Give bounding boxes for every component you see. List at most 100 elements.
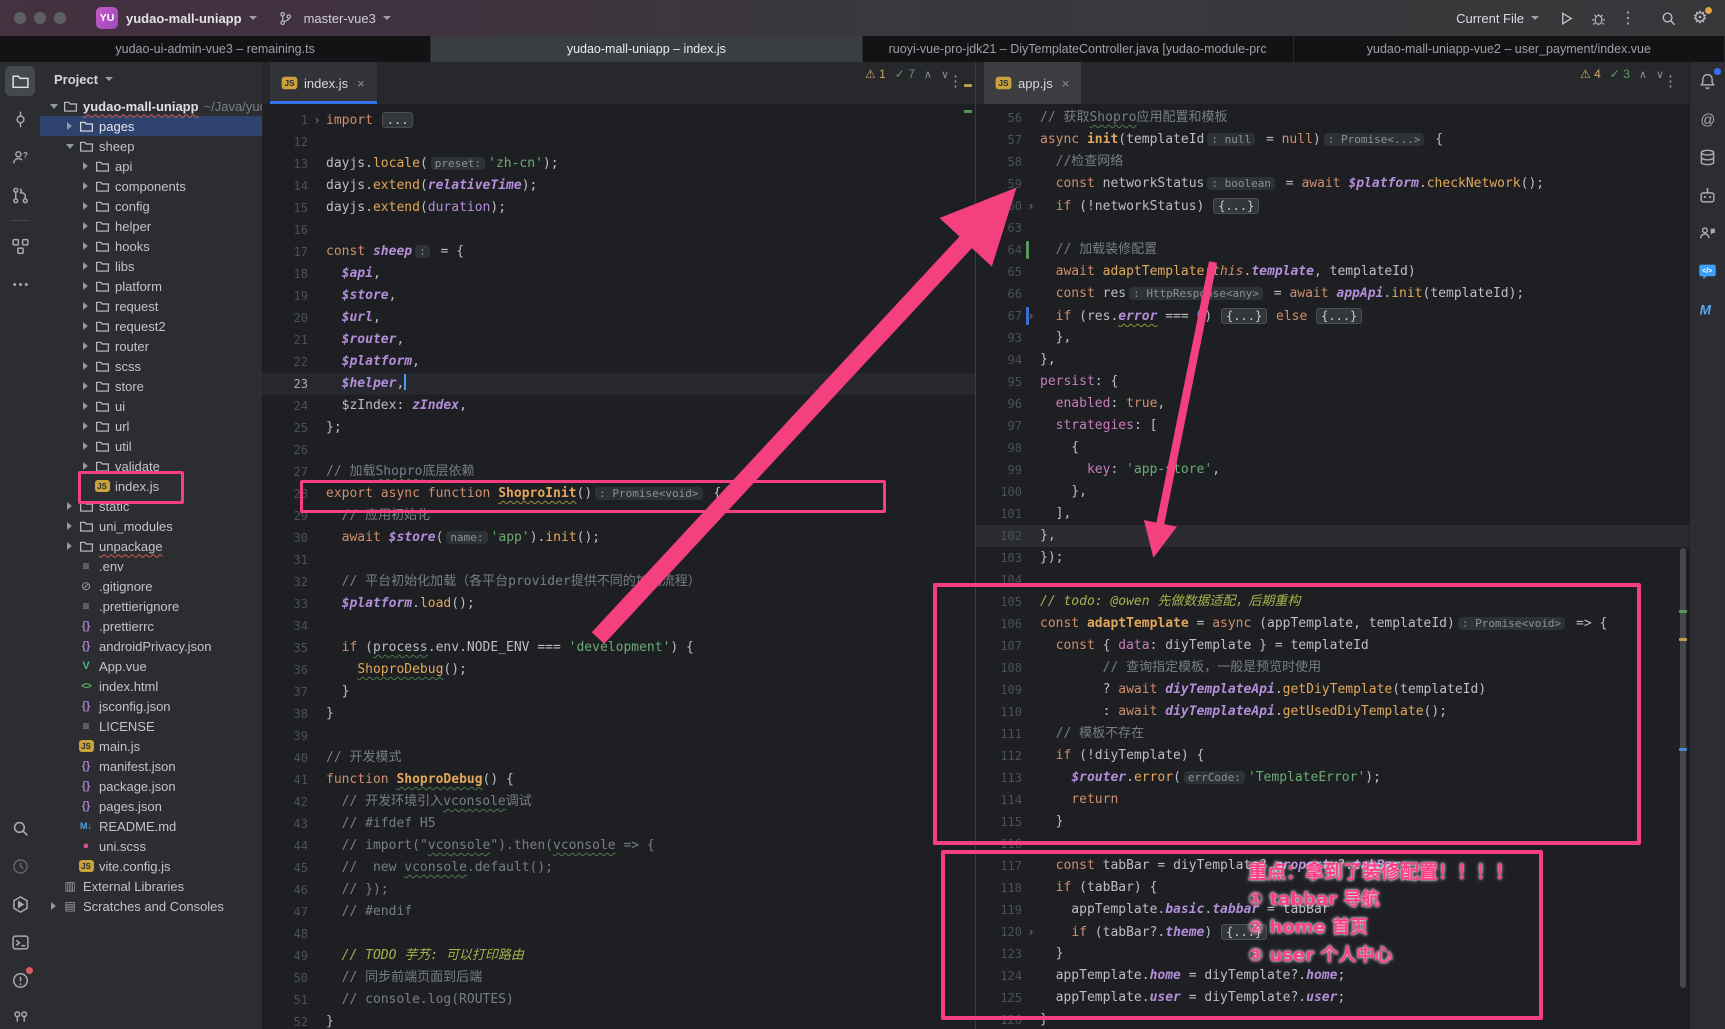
more-tools-button[interactable] bbox=[5, 269, 35, 299]
code-line-96[interactable]: 96 enabled: true, bbox=[976, 393, 1690, 415]
tree-item-router[interactable]: router bbox=[40, 336, 262, 356]
code-line-52[interactable]: 52} bbox=[262, 1011, 975, 1029]
code-line-45[interactable]: 45 // new vconsole.default(); bbox=[262, 857, 975, 879]
scrollbar-left-editor[interactable] bbox=[962, 70, 974, 1023]
code-line-24[interactable]: 24 $zIndex: zIndex, bbox=[262, 395, 975, 417]
tree-item-unpackage[interactable]: unpackage bbox=[40, 536, 262, 556]
code-line-100[interactable]: 100 }, bbox=[976, 481, 1690, 503]
tree-item-README.md[interactable]: M↓README.md bbox=[40, 816, 262, 836]
tree-item-androidPrivacy.json[interactable]: {}androidPrivacy.json bbox=[40, 636, 262, 656]
code-line-31[interactable]: 31 bbox=[262, 549, 975, 571]
chevron-right-icon[interactable] bbox=[78, 422, 93, 430]
code-area-index-js[interactable]: 1›import ...1213dayjs.locale(preset:'zh-… bbox=[262, 104, 975, 1029]
code-line-28[interactable]: 28export async function ShoproInit(): Pr… bbox=[262, 483, 975, 505]
tree-item-pages[interactable]: pages bbox=[40, 116, 262, 136]
terminal-tool-button[interactable] bbox=[5, 927, 35, 957]
code-line-47[interactable]: 47 // #endif bbox=[262, 901, 975, 923]
code-line-102[interactable]: 102}, bbox=[976, 525, 1690, 547]
collaboration-tool-button[interactable]: ? bbox=[5, 142, 35, 172]
code-line-29[interactable]: 29 // 应用初始化 bbox=[262, 505, 975, 527]
tree-item-api[interactable]: api bbox=[40, 156, 262, 176]
code-line-20[interactable]: 20 $url, bbox=[262, 307, 975, 329]
code-area-app-js[interactable]: 56// 获取Shopro应用配置和模板57async init(templat… bbox=[976, 104, 1690, 1029]
tree-item-request[interactable]: request bbox=[40, 296, 262, 316]
tree-item-LICENSE[interactable]: ≡LICENSE bbox=[40, 716, 262, 736]
code-line-21[interactable]: 21 $router, bbox=[262, 329, 975, 351]
code-line-39[interactable]: 39 bbox=[262, 725, 975, 747]
bot-tool-button[interactable] bbox=[1693, 180, 1723, 210]
tree-item-main.js[interactable]: JSmain.js bbox=[40, 736, 262, 756]
code-line-1[interactable]: 1›import ... bbox=[262, 109, 975, 131]
prev-problem-icon[interactable]: ∧ bbox=[924, 68, 932, 81]
chevron-right-icon[interactable] bbox=[78, 322, 93, 330]
tree-item-helper[interactable]: helper bbox=[40, 216, 262, 236]
code-line-103[interactable]: 103}); bbox=[976, 547, 1690, 569]
code-line-119[interactable]: 119 appTemplate.basic.tabbar = tabBar bbox=[976, 899, 1690, 921]
code-line-43[interactable]: 43 // #ifdef H5 bbox=[262, 813, 975, 835]
code-line-105[interactable]: 105// todo: @owen 先做数据适配，后期重构 bbox=[976, 591, 1690, 613]
code-line-95[interactable]: 95persist: { bbox=[976, 371, 1690, 393]
fold-arrow-icon[interactable]: › bbox=[308, 109, 326, 131]
chevron-right-icon[interactable] bbox=[78, 442, 93, 450]
fold-arrow-icon[interactable]: › bbox=[1022, 921, 1040, 943]
tree-item-store[interactable]: store bbox=[40, 376, 262, 396]
ai-chat-button[interactable]: </> bbox=[1693, 256, 1723, 286]
code-line-23[interactable]: 23 $helper, bbox=[262, 373, 975, 395]
commit-tool-button[interactable] bbox=[5, 104, 35, 134]
code-line-98[interactable]: 98 { bbox=[976, 437, 1690, 459]
code-line-25[interactable]: 25}; bbox=[262, 417, 975, 439]
search-button[interactable] bbox=[1655, 5, 1681, 31]
tree-item-App.vue[interactable]: VApp.vue bbox=[40, 656, 262, 676]
tree-item-package.json[interactable]: {}package.json bbox=[40, 776, 262, 796]
tree-item-components[interactable]: components bbox=[40, 176, 262, 196]
code-line-34[interactable]: 34 bbox=[262, 615, 975, 637]
code-line-99[interactable]: 99 key: 'app-store', bbox=[976, 459, 1690, 481]
tree-item-platform[interactable]: platform bbox=[40, 276, 262, 296]
tree-item-config[interactable]: config bbox=[40, 196, 262, 216]
code-line-113[interactable]: 113 $router.error(errCode:'TemplateError… bbox=[976, 767, 1690, 789]
next-problem-icon[interactable]: ∨ bbox=[941, 68, 949, 81]
inspection-widget[interactable]: ⚠ 4 ✓ 3 ∧ ∨ bbox=[1580, 67, 1664, 81]
more-actions-button[interactable]: ⋮ bbox=[1615, 5, 1641, 31]
tree-item-uni.scss[interactable]: ●uni.scss bbox=[40, 836, 262, 856]
tab-options-icon[interactable]: ⋮ bbox=[1663, 72, 1678, 90]
code-line-117[interactable]: 117 const tabBar = diyTemplate?.property… bbox=[976, 855, 1690, 877]
code-line-58[interactable]: 58 //检查网络 bbox=[976, 151, 1690, 173]
code-line-56[interactable]: 56// 获取Shopro应用配置和模板 bbox=[976, 107, 1690, 129]
code-line-33[interactable]: 33 $platform.load(); bbox=[262, 593, 975, 615]
code-line-116[interactable]: 116 bbox=[976, 833, 1690, 855]
code-line-15[interactable]: 15dayjs.extend(duration); bbox=[262, 197, 975, 219]
code-line-50[interactable]: 50 // 同步前端页面到后端 bbox=[262, 967, 975, 989]
code-line-32[interactable]: 32 // 平台初始化加载（各平台provider提供不同的加载流程） bbox=[262, 571, 975, 593]
tree-item-util[interactable]: util bbox=[40, 436, 262, 456]
chevron-right-icon[interactable] bbox=[78, 182, 93, 190]
tree-item-yudao-mall-uniapp[interactable]: yudao-mall-uniapp~/Java/yud bbox=[40, 96, 262, 116]
plugins-tool-button[interactable] bbox=[5, 1003, 35, 1029]
code-line-108[interactable]: 108 // 查询指定模板，一般是预览时使用 bbox=[976, 657, 1690, 679]
chevron-right-icon[interactable] bbox=[62, 542, 77, 550]
chevron-right-icon[interactable] bbox=[46, 902, 61, 910]
code-line-120[interactable]: 120› if (tabBar?.theme) {...} bbox=[976, 921, 1690, 943]
tree-item-vite.config.js[interactable]: JSvite.config.js bbox=[40, 856, 262, 876]
fold-arrow-icon[interactable]: › bbox=[1022, 195, 1040, 217]
code-line-35[interactable]: 35 if (process.env.NODE_ENV === 'develop… bbox=[262, 637, 975, 659]
code-line-19[interactable]: 19 $store, bbox=[262, 285, 975, 307]
code-line-66[interactable]: 66 const res: HttpResponse<any> = await … bbox=[976, 283, 1690, 305]
next-problem-icon[interactable]: ∨ bbox=[1656, 68, 1664, 81]
tree-item-.gitignore[interactable]: ⊘.gitignore bbox=[40, 576, 262, 596]
notifications-button[interactable] bbox=[1693, 66, 1723, 96]
chevron-right-icon[interactable] bbox=[78, 382, 93, 390]
code-line-94[interactable]: 94}, bbox=[976, 349, 1690, 371]
code-line-124[interactable]: 124 appTemplate.home = diyTemplate?.home… bbox=[976, 965, 1690, 987]
recent-locations-button[interactable] bbox=[5, 851, 35, 881]
code-line-44[interactable]: 44 // import("vconsole").then(vconsole =… bbox=[262, 835, 975, 857]
code-line-107[interactable]: 107 const { data: diyTemplate } = templa… bbox=[976, 635, 1690, 657]
chevron-right-icon[interactable] bbox=[78, 242, 93, 250]
code-line-42[interactable]: 42 // 开发环境引入vconsole调试 bbox=[262, 791, 975, 813]
search-everywhere-button[interactable] bbox=[5, 813, 35, 843]
code-line-110[interactable]: 110 : await diyTemplateApi.getUsedDiyTem… bbox=[976, 701, 1690, 723]
chevron-down-icon[interactable] bbox=[46, 104, 61, 109]
inspection-widget[interactable]: ⚠ 1 ✓ 7 ∧ ∨ bbox=[865, 67, 949, 81]
close-icon[interactable]: × bbox=[1062, 76, 1070, 91]
chevron-right-icon[interactable] bbox=[78, 302, 93, 310]
